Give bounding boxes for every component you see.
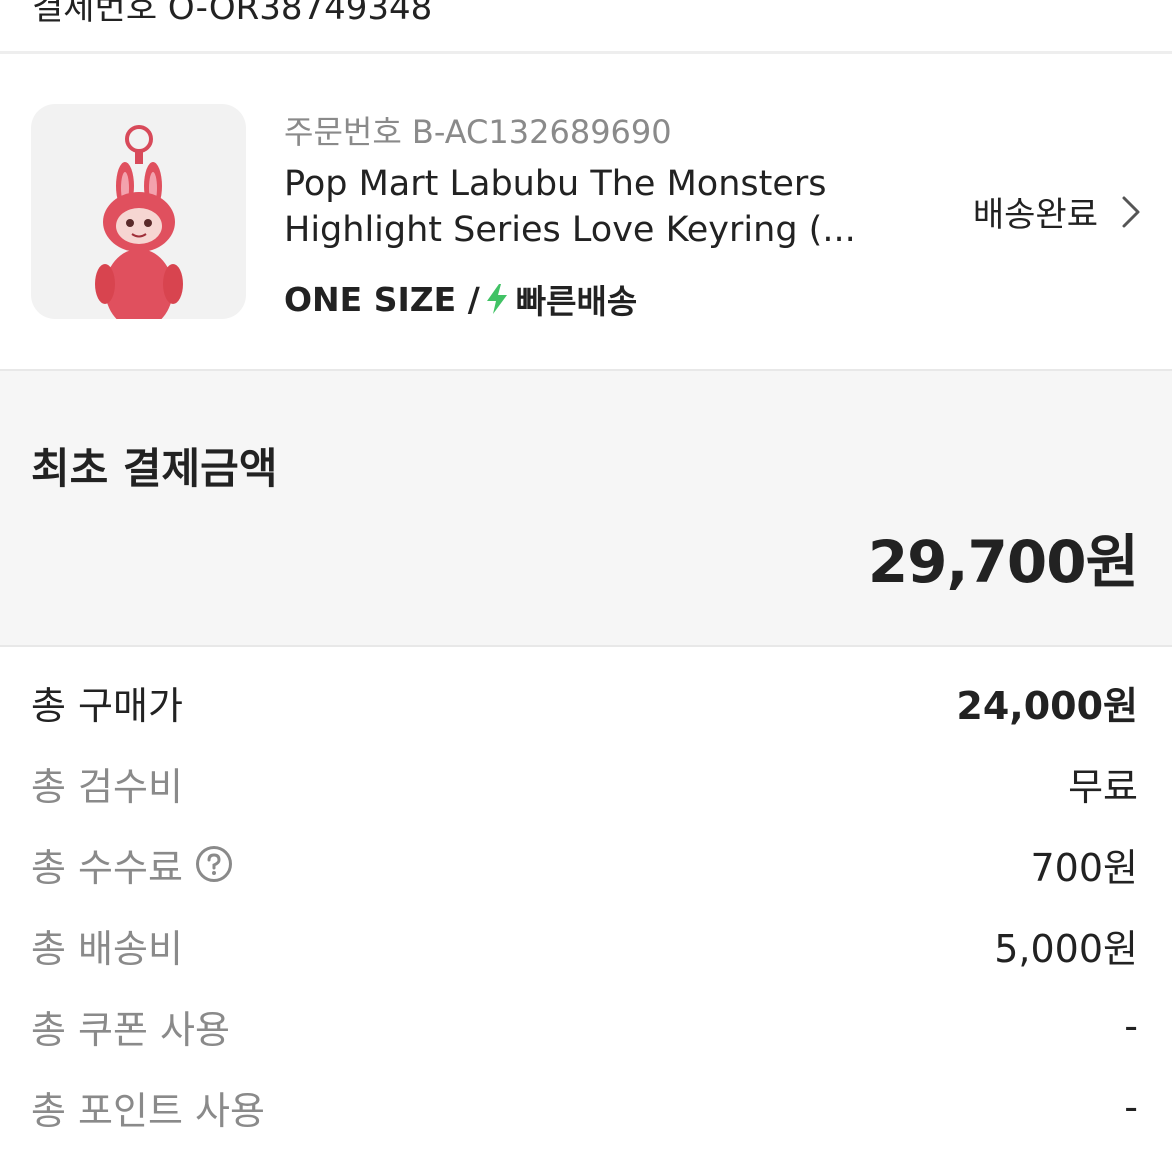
payment-breakdown: 총 구매가 24,000원 총 검수비 무료 총 수수료 700원 총 배송비 … xyxy=(0,678,1172,1164)
inspection-fee-value: 무료 xyxy=(1068,764,1138,809)
commission-label: 총 수수료 xyxy=(31,845,183,890)
total-price-value: 24,000원 xyxy=(956,683,1138,728)
order-number: 주문번호 B-AC132689690 xyxy=(284,113,672,151)
total-price-label: 총 구매가 xyxy=(31,683,183,728)
shipping-fee-value: 5,000원 xyxy=(994,926,1138,971)
initial-payment-summary: 최초 결제금액 29,700원 xyxy=(0,369,1172,647)
breakdown-row-coupon: 총 쿠폰 사용 - xyxy=(0,1002,1172,1083)
coupon-label: 총 쿠폰 사용 xyxy=(31,1007,230,1052)
points-value: - xyxy=(1124,1085,1138,1129)
commission-value: 700원 xyxy=(1030,845,1139,890)
breakdown-row-points: 총 포인트 사용 - xyxy=(0,1083,1172,1164)
payment-number: 결제번호 O-OR38749348 xyxy=(32,0,433,28)
shipping-fee-label: 총 배송비 xyxy=(31,926,183,971)
breakdown-row-inspection-fee: 총 검수비 무료 xyxy=(0,759,1172,840)
question-circle-icon[interactable] xyxy=(195,845,233,883)
product-name-line-1: Pop Mart Labubu The Monsters xyxy=(284,164,827,204)
chevron-right-icon xyxy=(1122,196,1140,227)
product-option: ONE SIZE / 빠른배송 xyxy=(284,275,637,323)
breakdown-row-commission: 총 수수료 700원 xyxy=(0,840,1172,921)
breakdown-row-total-price: 총 구매가 24,000원 xyxy=(0,678,1172,759)
product-name: Pop Mart Labubu The Monsters Highlight S… xyxy=(284,161,884,253)
product-image[interactable] xyxy=(31,104,246,319)
summary-amount: 29,700원 xyxy=(867,528,1139,596)
summary-title: 최초 결제금액 xyxy=(31,444,278,493)
product-name-line-2: Highlight Series Love Keyring (... xyxy=(284,210,856,250)
size-label: ONE SIZE / xyxy=(284,279,480,319)
points-label: 총 포인트 사용 xyxy=(31,1088,265,1133)
coupon-value: - xyxy=(1124,1004,1138,1048)
lightning-bolt-icon xyxy=(486,284,507,314)
delivery-status-link[interactable]: 배송완료 xyxy=(973,187,1142,236)
labubu-keyring-image xyxy=(95,125,183,319)
delivery-type: 빠른배송 xyxy=(515,282,638,321)
product-card[interactable]: 주문번호 B-AC132689690 Pop Mart Labubu The M… xyxy=(0,57,1172,369)
delivery-status: 배송완료 xyxy=(972,195,1098,235)
payment-header: 결제번호 O-OR38749348 xyxy=(0,0,1172,54)
commission-label-wrap: 총 수수료 xyxy=(31,840,233,890)
inspection-fee-label: 총 검수비 xyxy=(31,764,183,809)
breakdown-row-shipping: 총 배송비 5,000원 xyxy=(0,921,1172,1002)
